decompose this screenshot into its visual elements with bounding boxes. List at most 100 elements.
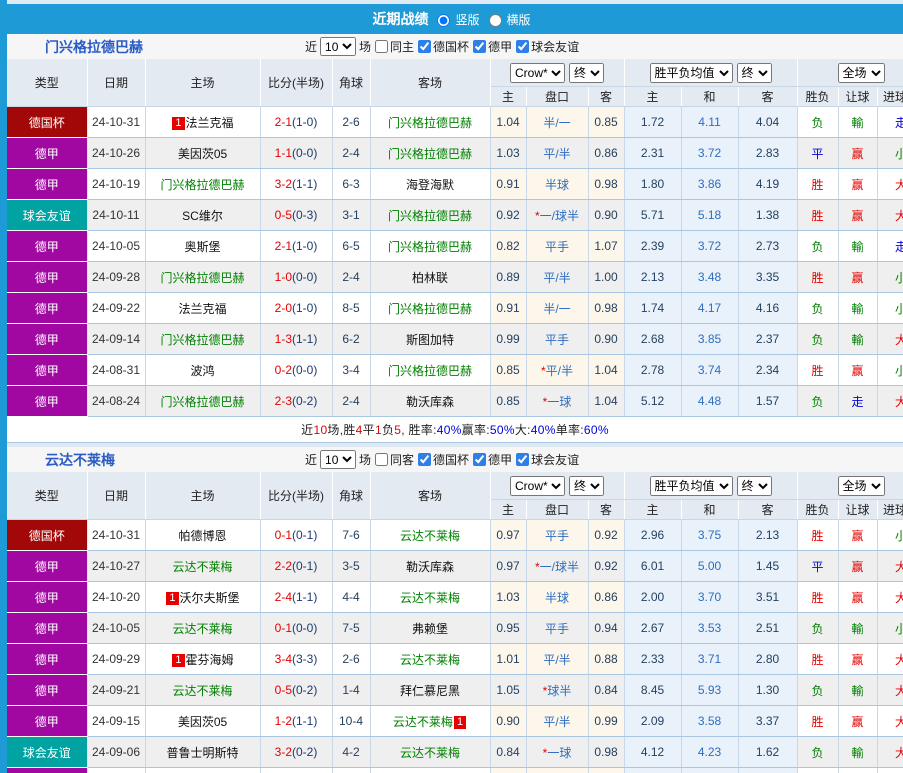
summary-segment: 负 — [381, 423, 395, 437]
odds-mean-select-group-select-1[interactable]: 终 — [736, 62, 772, 83]
league-filter-2[interactable]: 球会友谊 — [515, 451, 579, 468]
result-goals: 大 — [877, 199, 903, 231]
league-filter-label: 德国杯 — [433, 453, 470, 467]
period-select-group-select-0[interactable]: 全场 — [837, 62, 885, 83]
result-goals: 大 — [877, 736, 903, 768]
ah-line: *一/球半 — [526, 550, 589, 582]
score-cell: 2-3(0-2) — [260, 385, 333, 417]
odds-mean-select-group-select-0[interactable]: 胜平负均值 — [649, 62, 733, 83]
full-time-score: 2-1 — [274, 115, 292, 129]
half-time-score: (0-2) — [292, 394, 318, 408]
date-cell: 24-10-05 — [87, 612, 146, 644]
ah-home-odds: 0.89 — [490, 261, 527, 293]
odds-mean-select-group-select-1[interactable]: 终 — [736, 475, 772, 496]
corner-cell: 3-5 — [332, 550, 371, 582]
ah-away-odds: 0.86 — [588, 581, 625, 613]
date-cell: 24-08-31 — [87, 354, 146, 386]
half-time-score: (0-3) — [292, 208, 318, 222]
summary-segment: 赢率: — [461, 423, 490, 437]
odds-mean-select-group-select-0[interactable]: 胜平负均值 — [649, 475, 733, 496]
result-wdl: 平 — [797, 550, 839, 582]
odds-draw: 3.58 — [681, 705, 739, 737]
league-checkbox-0[interactable] — [418, 453, 432, 466]
home-team-cell: 普鲁士明斯特 — [145, 736, 261, 768]
league-checkbox-2[interactable] — [516, 40, 530, 53]
summary-segment: , 胜率: — [401, 423, 437, 437]
radio-vertical-icon[interactable] — [437, 14, 451, 27]
team-name: 波鸿 — [190, 363, 215, 378]
full-time-score: 2-1 — [274, 239, 292, 253]
team-name: 弗赖堡 — [411, 621, 448, 636]
result-handicap: 走 — [838, 385, 878, 417]
corner-cell: 4-2 — [332, 736, 371, 768]
team-name: 门兴格拉德巴赫 — [387, 239, 472, 254]
bookmaker-select-group: Crow* 终 — [490, 59, 625, 87]
team-name: 门兴格拉德巴赫 — [160, 394, 245, 409]
match-row: 球会友谊 24-10-11 SC维尔 0-5(0-3) 3-1 门兴格拉德巴赫 0.92 *一… — [7, 199, 903, 231]
league-filter-1[interactable]: 德甲 — [472, 38, 512, 55]
period-select-group-select-0[interactable]: 全场 — [837, 475, 885, 496]
odds-away: 1.30 — [738, 674, 798, 706]
home-team-cell: 1 法兰克福 — [145, 106, 261, 138]
league-checkbox-1[interactable] — [473, 453, 487, 466]
sub-header-4: 和 — [681, 86, 739, 107]
league-checkbox-1[interactable] — [473, 40, 487, 53]
radio-horizontal-icon[interactable] — [488, 14, 502, 27]
league-filter-0[interactable]: 德国杯 — [417, 38, 469, 55]
match-row: 德甲 24-10-05 奥斯堡 2-1(1-0) 6-5 门兴格拉德巴赫 0.82 平手 1.0… — [7, 230, 903, 262]
corner-cell: 1-4 — [332, 674, 371, 706]
score-cell: 2-0(1-0) — [260, 292, 333, 324]
team-name: 云达不莱梅 — [399, 652, 460, 667]
league-filter-0[interactable]: 德国杯 — [417, 451, 469, 468]
league-filter-2[interactable]: 球会友谊 — [515, 38, 579, 55]
bookmaker-select-group-select-0[interactable]: Crow* — [510, 475, 566, 496]
league-checkbox-0[interactable] — [418, 40, 432, 53]
games-count-select[interactable]: 10 — [320, 37, 357, 56]
same-venue-filter[interactable]: 同主 — [374, 38, 414, 55]
half-time-score: (1-0) — [292, 301, 318, 315]
result-goals: 小 — [877, 137, 903, 169]
team-name: 勒沃库森 — [405, 394, 454, 409]
league-filter-1[interactable]: 德甲 — [472, 451, 512, 468]
result-handicap: 輸 — [838, 230, 878, 262]
odds-draw: 3.74 — [681, 354, 739, 386]
team-name: 柏林联 — [411, 270, 448, 285]
score-cell: 3-2(1-1) — [260, 168, 333, 200]
full-time-score: 3-4 — [274, 652, 292, 666]
league-checkbox-2[interactable] — [516, 453, 530, 466]
odds-draw: 3.86 — [681, 168, 739, 200]
team-title: 云达不莱梅 — [45, 451, 115, 468]
bookmaker-select-group-select-1[interactable]: 终 — [569, 475, 605, 496]
column-header-1: 日期 — [87, 59, 146, 107]
bookmaker-select-group-select-1[interactable]: 终 — [569, 62, 605, 83]
odds-home: 5.71 — [624, 199, 682, 231]
filter-bar: 近 10 场 同客 德国杯 德甲 球会友谊 — [305, 450, 579, 469]
result-goals: 小 — [877, 519, 903, 551]
type-cell: 德甲 — [7, 354, 88, 386]
same-venue-filter[interactable]: 同客 — [374, 451, 414, 468]
ah-line: 平/半 — [526, 643, 589, 675]
odds-home: 2.00 — [624, 581, 682, 613]
type-cell: 德甲 — [7, 550, 88, 582]
date-cell: 24-09-28 — [87, 261, 146, 293]
ah-home-odds: 0.82 — [490, 230, 527, 262]
odds-draw: 3.53 — [681, 612, 739, 644]
ah-line: 半/一 — [526, 106, 589, 138]
bookmaker-select-group-select-0[interactable]: Crow* — [510, 62, 566, 83]
home-team-cell: 云达不莱梅 — [145, 674, 261, 706]
same-venue-checkbox[interactable] — [375, 40, 389, 53]
odds-home: 2.39 — [624, 230, 682, 262]
column-header-0: 类型 — [7, 59, 88, 107]
corner-cell: 2-4 — [332, 385, 371, 417]
red-card-badge: 1 — [172, 653, 185, 667]
type-cell: 德甲 — [7, 230, 88, 262]
result-handicap: 輸 — [838, 323, 878, 355]
layout-radio-vertical[interactable]: 竖版 — [432, 11, 480, 28]
score-cell: 1-0(0-0) — [260, 261, 333, 293]
odds-draw: 4.11 — [681, 106, 739, 138]
period-select-group: 全场 — [797, 59, 903, 87]
same-venue-checkbox[interactable] — [375, 453, 389, 466]
odds-draw: 3.48 — [681, 261, 739, 293]
games-count-select[interactable]: 10 — [320, 450, 357, 469]
layout-radio-horizontal[interactable]: 横版 — [484, 11, 531, 28]
